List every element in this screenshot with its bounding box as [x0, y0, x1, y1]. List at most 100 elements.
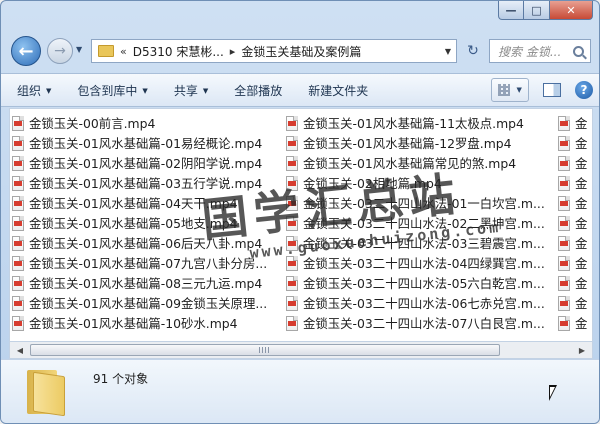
folder-icon: [98, 45, 114, 57]
include-in-library-menu[interactable]: 包含到库中 ▼: [77, 82, 147, 99]
file-name: 金锁玉关-03二十四山水法-07八白艮宫.m...: [303, 316, 545, 331]
file-item[interactable]: 金: [558, 273, 587, 293]
address-dropdown[interactable]: ▼: [440, 40, 456, 62]
horizontal-scrollbar[interactable]: ◀ ▶: [9, 342, 593, 359]
file-name: 金: [575, 256, 588, 271]
video-file-icon: [12, 235, 24, 251]
video-file-icon: [558, 275, 570, 291]
file-item[interactable]: 金锁玉关-01风水基础篇-11太极点.mp4: [286, 113, 545, 133]
file-item[interactable]: 金锁玉关-03二十四山水法-04四绿巽宫.m...: [286, 253, 545, 273]
video-file-icon: [286, 115, 298, 131]
file-name: 金: [575, 136, 588, 151]
breadcrumb-item-current[interactable]: 金锁玉关基础及案例篇: [241, 43, 361, 60]
file-item[interactable]: 金锁玉关-01风水基础篇-01易经概论.mp4: [12, 133, 267, 153]
file-name: 金: [575, 276, 588, 291]
mouse-cursor-icon: [549, 385, 565, 401]
file-item[interactable]: 金锁玉关-01风水基础篇-12罗盘.mp4: [286, 133, 545, 153]
file-item[interactable]: 金: [558, 313, 587, 333]
video-file-icon: [286, 315, 298, 331]
file-item[interactable]: 金: [558, 193, 587, 213]
file-item[interactable]: 金: [558, 213, 587, 233]
video-file-icon: [12, 155, 24, 171]
search-input[interactable]: 搜索 金锁...: [489, 39, 591, 63]
chevron-down-icon: ▼: [202, 87, 209, 95]
file-name: 金锁玉关-00前言.mp4: [29, 116, 156, 131]
video-file-icon: [286, 275, 298, 291]
file-name: 金锁玉关-01风水基础篇-01易经概论.mp4: [29, 136, 263, 151]
scrollbar-thumb[interactable]: [30, 344, 500, 356]
file-item[interactable]: 金锁玉关-01风水基础篇-07九宫八卦分房...: [12, 253, 267, 273]
file-item[interactable]: 金: [558, 293, 587, 313]
breadcrumb-item-parent[interactable]: D5310 宋慧彬...: [133, 43, 224, 60]
caption-buttons: — □ ✕: [498, 1, 593, 20]
video-file-icon: [12, 255, 24, 271]
file-item[interactable]: 金锁玉关-01风水基础篇-08三元九运.mp4: [12, 273, 267, 293]
new-folder-button[interactable]: 新建文件夹: [308, 82, 368, 99]
file-name: 金: [575, 316, 588, 331]
video-file-icon: [558, 155, 570, 171]
search-icon[interactable]: [573, 45, 584, 57]
play-all-button[interactable]: 全部播放: [234, 82, 282, 99]
file-column-3: 金金金金金金金金金金金: [558, 113, 587, 333]
preview-pane-icon[interactable]: [543, 83, 561, 97]
chevron-down-icon: ▼: [142, 87, 148, 95]
video-file-icon: [12, 135, 24, 151]
minimize-button[interactable]: —: [498, 1, 524, 20]
organize-menu[interactable]: 组织 ▼: [17, 82, 51, 99]
video-file-icon: [286, 155, 298, 171]
video-file-icon: [12, 275, 24, 291]
file-name: 金锁玉关-01风水基础篇-12罗盘.mp4: [303, 136, 512, 151]
video-file-icon: [558, 315, 570, 331]
video-file-icon: [558, 195, 570, 211]
file-name: 金: [575, 176, 588, 191]
scroll-right-icon[interactable]: ▶: [574, 343, 590, 357]
file-item[interactable]: 金: [558, 233, 587, 253]
video-file-icon: [286, 295, 298, 311]
file-item[interactable]: 金: [558, 173, 587, 193]
maximize-button[interactable]: □: [524, 1, 550, 20]
file-name: 金锁玉关-01风水基础篇-07九宫八卦分房...: [29, 256, 268, 271]
back-button[interactable]: ←: [11, 36, 41, 66]
scroll-left-icon[interactable]: ◀: [12, 343, 28, 357]
video-file-icon: [558, 235, 570, 251]
help-icon[interactable]: ?: [575, 81, 593, 99]
file-item[interactable]: 金: [558, 113, 587, 133]
breadcrumb-separator[interactable]: ▸: [230, 45, 236, 58]
view-list-icon: [498, 84, 511, 96]
video-file-icon: [558, 215, 570, 231]
file-item[interactable]: 金: [558, 253, 587, 273]
file-item[interactable]: 金: [558, 153, 587, 173]
file-item[interactable]: 金锁玉关-03二十四山水法-07八白艮宫.m...: [286, 313, 545, 333]
file-name: 金: [575, 116, 588, 131]
breadcrumb-overflow[interactable]: «: [120, 45, 127, 58]
explorer-window: — □ ✕ ← → ▼ « D5310 宋慧彬... ▸ 金锁玉关基础及案例篇 …: [0, 0, 600, 424]
navigation-bar: ← → ▼ « D5310 宋慧彬... ▸ 金锁玉关基础及案例篇 ▼ ↻ 搜索…: [1, 31, 599, 67]
file-name: 金锁玉关-03二十四山水法-05六白乾宫.m...: [303, 276, 545, 291]
file-item[interactable]: 金: [558, 133, 587, 153]
file-name: 金锁玉关-01风水基础篇-09金锁玉关原理...: [29, 296, 268, 311]
file-item[interactable]: 金锁玉关-01风水基础篇-09金锁玉关原理...: [12, 293, 267, 313]
file-name: 金锁玉关-01风水基础篇-10砂水.mp4: [29, 316, 238, 331]
video-file-icon: [12, 315, 24, 331]
address-bar[interactable]: « D5310 宋慧彬... ▸ 金锁玉关基础及案例篇 ▼: [91, 39, 457, 63]
refresh-icon[interactable]: ↻: [461, 39, 485, 63]
share-menu[interactable]: 共享 ▼: [174, 82, 208, 99]
details-pane: 91 个对象: [1, 359, 599, 423]
file-item[interactable]: 金锁玉关-01风水基础篇-02阴阳学说.mp4: [12, 153, 267, 173]
recent-pages-dropdown[interactable]: ▼: [76, 45, 82, 54]
video-file-icon: [12, 175, 24, 191]
file-item[interactable]: 金锁玉关-03二十四山水法-05六白乾宫.m...: [286, 273, 545, 293]
file-name: 金锁玉关-01风水基础篇-11太极点.mp4: [303, 116, 524, 131]
organize-label: 组织: [17, 83, 42, 98]
video-file-icon: [12, 215, 24, 231]
file-item[interactable]: 金锁玉关-03二十四山水法-06七赤兑宫.m...: [286, 293, 545, 313]
file-item[interactable]: 金锁玉关-01风水基础篇-10砂水.mp4: [12, 313, 267, 333]
close-button[interactable]: ✕: [550, 1, 593, 20]
file-item[interactable]: 金锁玉关-00前言.mp4: [12, 113, 267, 133]
change-view-button[interactable]: ▼: [491, 78, 529, 102]
video-file-icon: [12, 115, 24, 131]
forward-button[interactable]: →: [47, 38, 73, 64]
file-name: 金锁玉关-03二十四山水法-04四绿巽宫.m...: [303, 256, 545, 271]
search-placeholder: 搜索 金锁...: [498, 44, 562, 59]
share-label: 共享: [173, 83, 198, 98]
